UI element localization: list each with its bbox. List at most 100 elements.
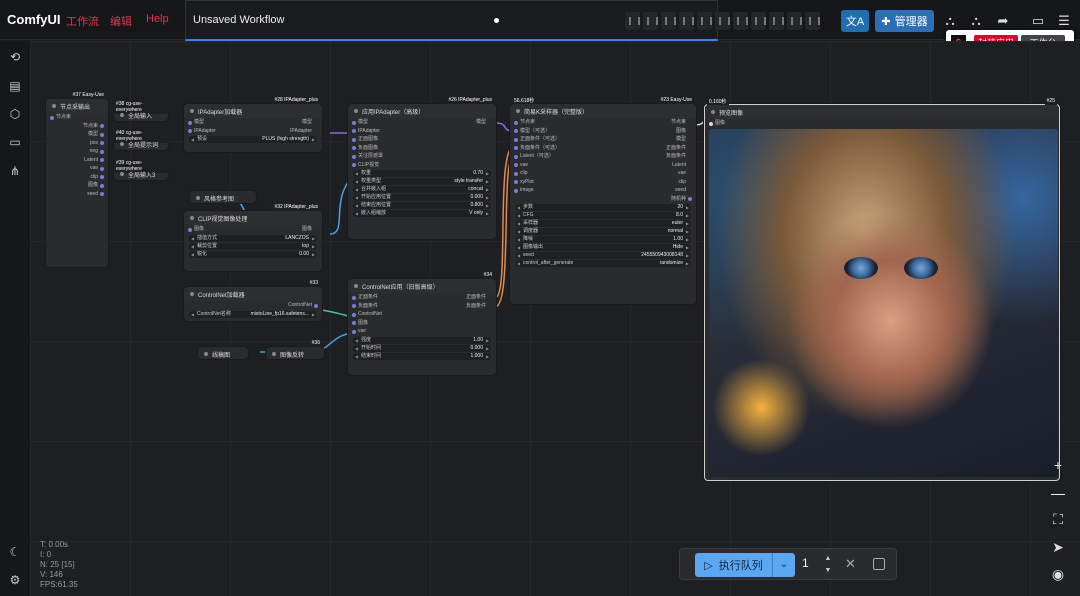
cube-icon[interactable]: ⬡ bbox=[8, 107, 22, 121]
widget-control-after-generate[interactable]: control_after_generaterandomize bbox=[515, 260, 691, 267]
equal-width-icon[interactable] bbox=[769, 12, 784, 30]
widget-image-output[interactable]: 图像输出Hide bbox=[515, 244, 691, 251]
node-output[interactable]: seed bbox=[46, 190, 108, 199]
app-logo[interactable]: ComfyUI bbox=[7, 12, 60, 27]
socket-dot[interactable] bbox=[100, 149, 104, 154]
node-input[interactable]: 正面图像 bbox=[348, 135, 496, 144]
node-output[interactable]: ControlNet bbox=[184, 301, 322, 310]
stop-icon[interactable] bbox=[873, 558, 885, 570]
widget-steps[interactable]: 步数20 bbox=[515, 204, 691, 211]
align-middle-icon[interactable] bbox=[697, 12, 712, 30]
widget-denoise[interactable]: 降噪1.00 bbox=[515, 236, 691, 243]
node-output[interactable]: clip bbox=[46, 173, 108, 182]
node-input[interactable]: 负面条件（可选） 正面条件 bbox=[510, 144, 696, 153]
socket-dot[interactable] bbox=[514, 180, 518, 184]
node-output[interactable]: 节点束 bbox=[46, 122, 108, 131]
navigate-icon[interactable]: ➤ bbox=[1050, 539, 1066, 555]
socket-dot[interactable] bbox=[100, 158, 104, 162]
panel-toggle-icon[interactable]: ▭ bbox=[1026, 10, 1050, 32]
node-input[interactable]: 负面图像 bbox=[348, 144, 496, 153]
model-alt-icon[interactable]: ⛬ bbox=[964, 10, 988, 32]
translate-button[interactable]: 文A bbox=[841, 10, 869, 32]
node-input[interactable]: 节点束 节点束 bbox=[510, 118, 696, 127]
zoom-in-icon[interactable]: + bbox=[1050, 457, 1066, 473]
socket-dot[interactable] bbox=[514, 171, 518, 176]
socket-dot[interactable] bbox=[514, 154, 518, 159]
node-input[interactable]: Latent（可选） 负面条件 bbox=[510, 152, 696, 161]
node-output[interactable]: neg bbox=[46, 147, 108, 156]
equal-height-icon[interactable] bbox=[787, 12, 802, 30]
hamburger-menu-icon[interactable]: ☰ bbox=[1052, 10, 1076, 32]
socket-dot[interactable] bbox=[352, 304, 356, 308]
socket-dot[interactable] bbox=[100, 183, 104, 188]
eye-toggle-icon[interactable]: ◉ bbox=[1050, 566, 1066, 582]
node-input[interactable]: 正面条件（可选） 模型 bbox=[510, 135, 696, 144]
socket-dot[interactable] bbox=[188, 129, 192, 133]
settings-gear-icon[interactable]: ⚙ bbox=[8, 573, 22, 587]
widget-scheduler[interactable]: 调度器normal bbox=[515, 228, 691, 235]
socket-dot[interactable] bbox=[352, 137, 356, 142]
widget-embeds-scaling[interactable]: 嵌入组缩放V only bbox=[353, 210, 491, 217]
widget-interpolation[interactable]: 插值方式LANCZOS bbox=[189, 234, 317, 242]
widget-weight[interactable]: 权重0.70 bbox=[353, 170, 491, 177]
socket-dot[interactable] bbox=[688, 197, 692, 201]
menu-edit[interactable]: 编辑 bbox=[110, 13, 132, 29]
node-invert-image[interactable]: #36 图像反转 bbox=[266, 339, 324, 359]
node-easy-pipe-out[interactable]: #37 Easy-Use 节点采输出 节点束 节点束 模型 pos neg La… bbox=[46, 91, 108, 267]
node-output[interactable]: 图像 bbox=[46, 181, 108, 190]
socket-dot[interactable] bbox=[100, 175, 104, 179]
socket-dot[interactable] bbox=[50, 115, 54, 120]
align-left-icon[interactable] bbox=[625, 12, 640, 30]
socket-dot[interactable] bbox=[100, 192, 104, 196]
socket-dot[interactable] bbox=[100, 132, 104, 137]
node-input[interactable]: 模型 模型 bbox=[348, 118, 496, 127]
socket-dot[interactable] bbox=[352, 295, 356, 300]
socket-dot[interactable] bbox=[352, 146, 356, 150]
queue-mode-dropdown[interactable]: ⌄ bbox=[772, 553, 795, 577]
node-clip-vision-prep[interactable]: #32 IPAdapter_plus CLIP视觉图像处理 图像图像 插值方式L… bbox=[184, 203, 322, 271]
widget-start-percent[interactable]: 开始时间0.000 bbox=[353, 344, 491, 352]
distribute-icon[interactable] bbox=[805, 12, 820, 30]
align-bottom-icon[interactable] bbox=[715, 12, 730, 30]
node-controlnet-loader[interactable]: #33 ControlNet加载器 ControlNet ControlNet名… bbox=[184, 279, 322, 321]
node-output[interactable]: 随机种 bbox=[510, 195, 696, 204]
align-center-icon[interactable] bbox=[643, 12, 658, 30]
widget-cfg[interactable]: CFG8.0 bbox=[515, 212, 691, 219]
node-input[interactable]: 模型 模型 bbox=[184, 118, 322, 127]
widget-sampler[interactable]: 采样器euler bbox=[515, 220, 691, 227]
node-input[interactable]: vae bbox=[348, 327, 496, 336]
socket-dot[interactable] bbox=[100, 124, 104, 128]
fit-view-icon[interactable]: ⛶ bbox=[1050, 511, 1066, 527]
widget-controlnet-name[interactable]: ControlNet名称mistoLine_fp16.safetens... bbox=[189, 310, 317, 318]
node-input[interactable]: clip vae bbox=[510, 169, 696, 178]
zoom-out-icon[interactable]: — bbox=[1050, 485, 1066, 501]
socket-dot[interactable] bbox=[314, 303, 318, 308]
node-input[interactable]: IPAdapter bbox=[348, 127, 496, 136]
widget-seed[interactable]: seed245550943008148 bbox=[515, 252, 691, 259]
node-input[interactable]: 节点束 bbox=[46, 113, 108, 122]
socket-dot[interactable] bbox=[352, 329, 356, 334]
socket-dot[interactable] bbox=[352, 321, 356, 325]
socket-dot[interactable] bbox=[188, 120, 192, 125]
socket-dot[interactable] bbox=[100, 141, 104, 145]
node-input[interactable]: CLIP视觉 bbox=[348, 161, 496, 170]
widget-sharpening[interactable]: 锐化0.00 bbox=[189, 250, 317, 258]
node-input[interactable]: xyPlot clip bbox=[510, 178, 696, 187]
widget-start-at[interactable]: 开始应用位置0.000 bbox=[353, 194, 491, 201]
manager-button[interactable]: ✚ 管理器 bbox=[875, 10, 934, 32]
cancel-icon[interactable]: ✕ bbox=[845, 556, 856, 572]
node-input[interactable]: 图像 bbox=[348, 319, 496, 328]
distribute-h-icon[interactable] bbox=[733, 12, 748, 30]
socket-dot[interactable] bbox=[514, 163, 518, 167]
socket-dot[interactable] bbox=[100, 166, 104, 171]
distribute-v-icon[interactable] bbox=[751, 12, 766, 30]
node-apply-ipadapter[interactable]: #26 IPAdapter_plus 应用IPAdapter（高级） 模型 模型 … bbox=[348, 96, 496, 239]
node-input[interactable]: image seed bbox=[510, 186, 696, 195]
theme-moon-icon[interactable]: ☾ bbox=[8, 545, 22, 559]
history-icon[interactable]: ⟲ bbox=[8, 50, 22, 64]
align-right-icon[interactable] bbox=[661, 12, 676, 30]
node-anything-everywhere3[interactable]: #39 cg-use-everywhere 全局输入3 bbox=[114, 159, 170, 180]
batch-count-input[interactable]: 1 bbox=[802, 556, 809, 570]
socket-dot[interactable] bbox=[514, 146, 518, 150]
socket-dot[interactable] bbox=[352, 120, 356, 125]
